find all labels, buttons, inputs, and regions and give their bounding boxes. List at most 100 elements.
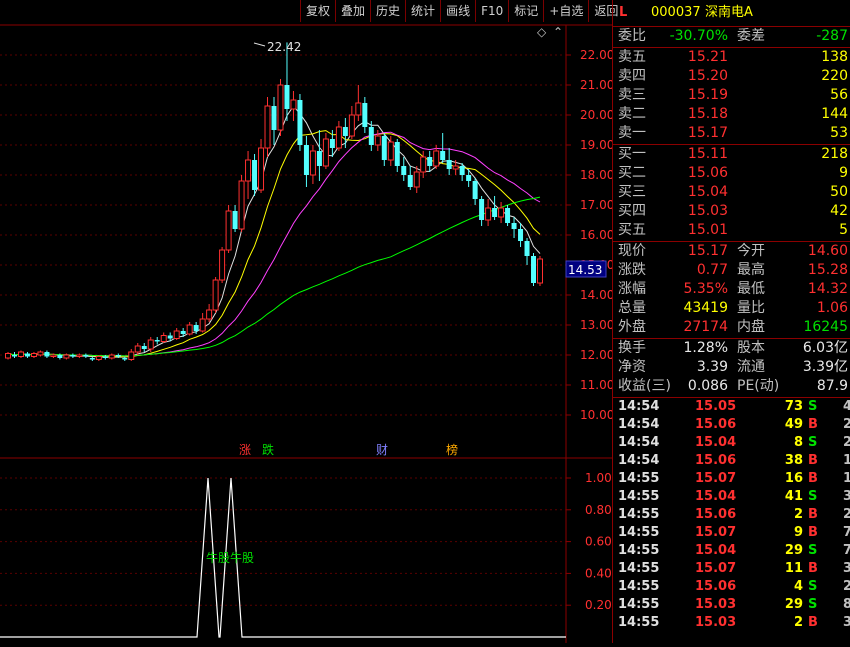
tick-time: 14:54 xyxy=(618,453,660,468)
stat-value: 6.03亿 xyxy=(802,340,848,356)
tick-price: 15.07 xyxy=(695,471,737,486)
candle xyxy=(348,106,355,139)
tick-side: B xyxy=(808,507,818,522)
candle xyxy=(381,133,387,166)
bid-volume: 5 xyxy=(839,222,848,238)
indicator-axis-label: 1.00 xyxy=(585,471,612,485)
ask-label: 卖二 xyxy=(618,106,646,122)
tick-time: 14:55 xyxy=(618,615,660,630)
candle xyxy=(284,42,290,121)
candle xyxy=(17,350,24,358)
tick-count: 2 xyxy=(843,578,850,596)
price-axis-label: 13.00 xyxy=(580,318,612,332)
kline-chart-svg[interactable]: 22.0021.0020.0019.0018.0017.0016.0015.00… xyxy=(0,0,614,643)
tick-price: 15.03 xyxy=(695,597,737,612)
tick-row: 14:54 15.05 73 S 4 xyxy=(613,398,850,416)
toolbar-add-watchlist-button[interactable]: +自选 xyxy=(543,0,588,22)
candlestick-series xyxy=(5,42,543,361)
stat-label: 量比 xyxy=(737,300,765,316)
tick-price: 15.05 xyxy=(695,399,737,414)
stat-label: 外盘 xyxy=(618,319,646,335)
price-axis-label: 21.00 xyxy=(580,78,612,92)
quote-stat-row: 涨跌 0.77 最高 15.28 xyxy=(613,261,850,280)
ask-label: 卖四 xyxy=(618,68,646,84)
candle xyxy=(83,353,89,358)
stat-label: 现价 xyxy=(618,243,646,259)
tick-count: 7 xyxy=(843,524,850,542)
stat-value: 1.28% xyxy=(683,340,728,356)
tick-count: 4 xyxy=(843,398,850,416)
share-stat-row: 换手 1.28% 股本 6.03亿 xyxy=(613,339,850,358)
candle xyxy=(362,97,368,133)
candle xyxy=(355,85,362,121)
candle xyxy=(303,136,309,187)
stock-name: 深南电A xyxy=(705,5,753,20)
price-axis-label: 10.00 xyxy=(580,408,612,422)
toolbar-history-button[interactable]: 历史 xyxy=(370,0,405,22)
ask-row: 卖四 15.20 220 xyxy=(613,67,850,86)
ask-volume: 138 xyxy=(821,49,848,65)
tick-price: 15.06 xyxy=(695,579,737,594)
ma-20-line xyxy=(7,131,541,357)
stat-value: 0.086 xyxy=(687,378,728,394)
price-axis-label: 20.00 xyxy=(580,108,612,122)
ask-volume: 53 xyxy=(830,125,848,141)
tick-time: 14:55 xyxy=(618,579,660,594)
kline-chart-panel[interactable]: 22.0021.0020.0019.0018.0017.0016.0015.00… xyxy=(0,0,614,643)
diamond-icon[interactable]: ◇ xyxy=(537,25,547,39)
bid-row: 买二 15.06 9 xyxy=(613,164,850,183)
tick-side: S xyxy=(808,435,818,450)
tick-volume: 29 xyxy=(784,597,803,612)
candle xyxy=(413,166,420,193)
toolbar-draw-button[interactable]: 画线 xyxy=(440,0,475,22)
toolbar-overlay-button[interactable]: 叠加 xyxy=(335,0,370,22)
toolbar-stats-button[interactable]: 统计 xyxy=(405,0,440,22)
indicator-axis-label: 0.40 xyxy=(585,566,612,580)
candle xyxy=(173,328,180,340)
bid-label: 买二 xyxy=(618,165,646,181)
bid-label: 买四 xyxy=(618,203,646,219)
candle xyxy=(11,352,17,358)
bid-row: 买四 15.03 42 xyxy=(613,202,850,221)
candle xyxy=(472,178,478,205)
indicator-signal-line xyxy=(0,477,566,638)
tick-time: 14:54 xyxy=(618,435,660,450)
tick-list[interactable]: 14:5415.0573S414:5415.0649B214:5415.048S… xyxy=(613,398,850,632)
stat-value: 1.06 xyxy=(816,300,848,316)
tick-count: 7 xyxy=(843,542,850,560)
ask-label: 卖五 xyxy=(618,49,646,65)
stat-value: 0.77 xyxy=(696,262,728,278)
tick-row: 14:55 15.06 4S 2 xyxy=(613,578,850,596)
tick-price: 15.07 xyxy=(695,561,737,576)
ask-price: 15.19 xyxy=(687,87,728,103)
ma-60-line xyxy=(7,196,541,357)
tick-volume: 49 xyxy=(784,417,803,432)
indicator-axis-label: 0.60 xyxy=(585,535,612,549)
toolbar-mark-button[interactable]: 标记 xyxy=(508,0,543,22)
candle xyxy=(212,277,219,313)
price-axis-label: 22.00 xyxy=(580,48,612,62)
tick-time: 14:55 xyxy=(618,597,660,612)
stat-value: 15.28 xyxy=(807,262,848,278)
candle xyxy=(37,350,44,357)
tick-time: 14:55 xyxy=(618,561,660,576)
tick-price: 15.06 xyxy=(695,507,737,522)
current-price-marker: 14.53 xyxy=(565,260,607,278)
candle xyxy=(271,97,277,145)
tick-volume: 4 xyxy=(793,579,803,594)
stat-value: 27174 xyxy=(683,319,728,335)
candle xyxy=(479,196,485,226)
toolbar-fuquan-button[interactable]: 复权 xyxy=(300,0,335,22)
tick-row: 14:54 15.06 38 B 1 xyxy=(613,452,850,470)
bid-price: 15.01 xyxy=(687,222,728,238)
candle xyxy=(335,121,342,151)
candle xyxy=(44,350,50,358)
bid-label: 买五 xyxy=(618,222,646,238)
indicator-pane: 1.00 0.80 0.60 0.40 0.20 xyxy=(0,471,612,638)
order-ratio-label: 委比 xyxy=(618,28,646,44)
tick-price: 15.04 xyxy=(695,435,737,450)
tick-time: 14:54 xyxy=(618,399,660,414)
tick-row: 14:55 15.07 16 B 1 xyxy=(613,470,850,488)
toolbar-f10-button[interactable]: F10 xyxy=(475,0,508,22)
chevron-up-icon[interactable]: ⌃ xyxy=(553,25,563,39)
